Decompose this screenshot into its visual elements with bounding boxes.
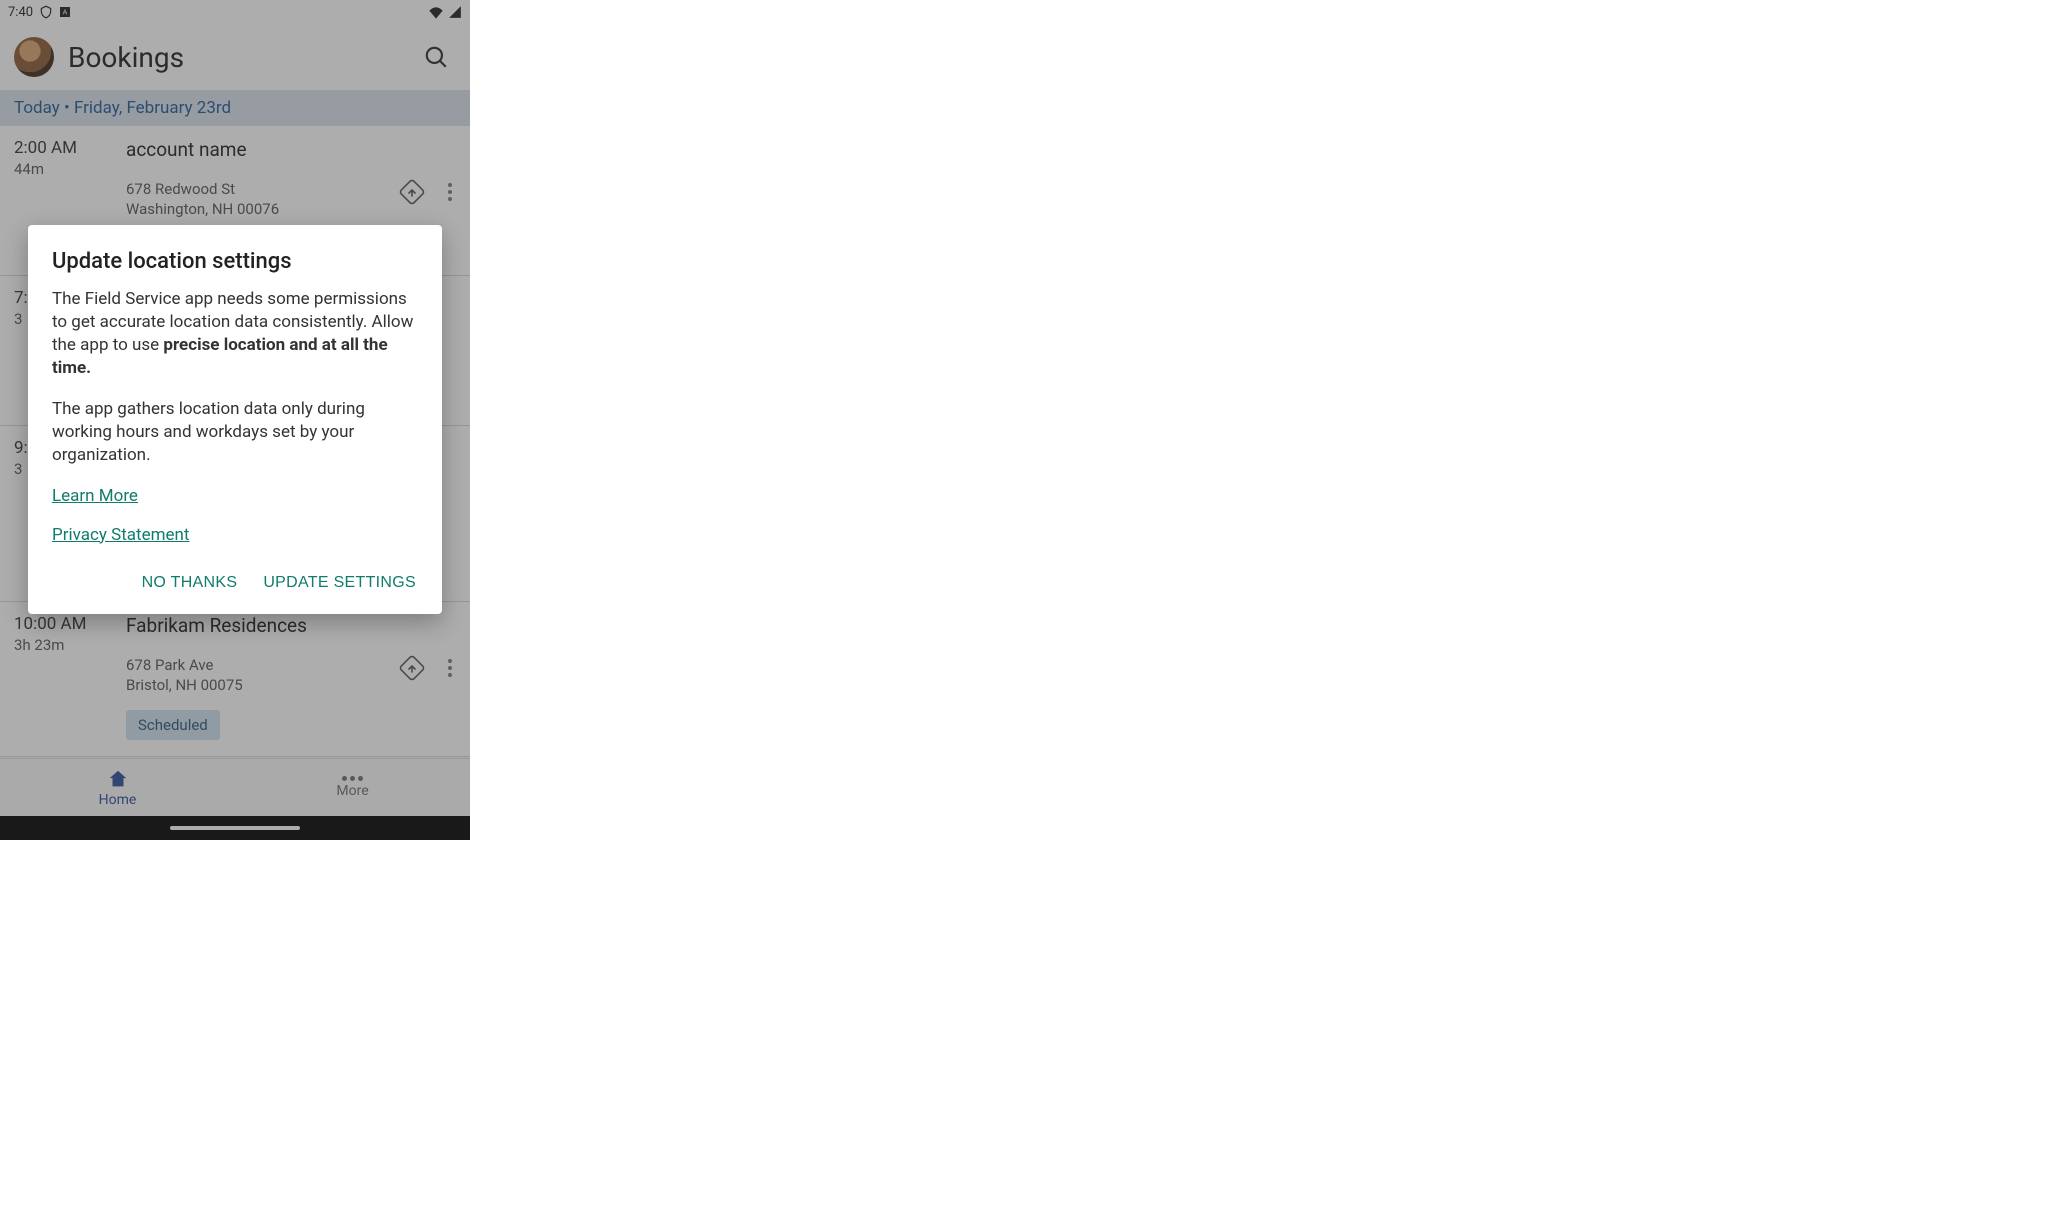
dialog-body: The Field Service app needs some permiss… [52,288,418,562]
privacy-statement-link[interactable]: Privacy Statement [52,524,190,547]
dialog-paragraph-2: The app gathers location data only durin… [52,398,418,467]
update-settings-button[interactable]: UPDATE SETTINGS [261,566,418,600]
learn-more-link[interactable]: Learn More [52,485,138,508]
dialog-title: Update location settings [52,249,418,274]
phone-frame: 7:40 A Bookings Today • Friday, February… [0,0,470,840]
no-thanks-button[interactable]: NO THANKS [140,566,240,600]
dialog-actions: NO THANKS UPDATE SETTINGS [52,566,418,600]
location-settings-dialog: Update location settings The Field Servi… [28,225,442,614]
dialog-paragraph-1: The Field Service app needs some permiss… [52,288,418,380]
